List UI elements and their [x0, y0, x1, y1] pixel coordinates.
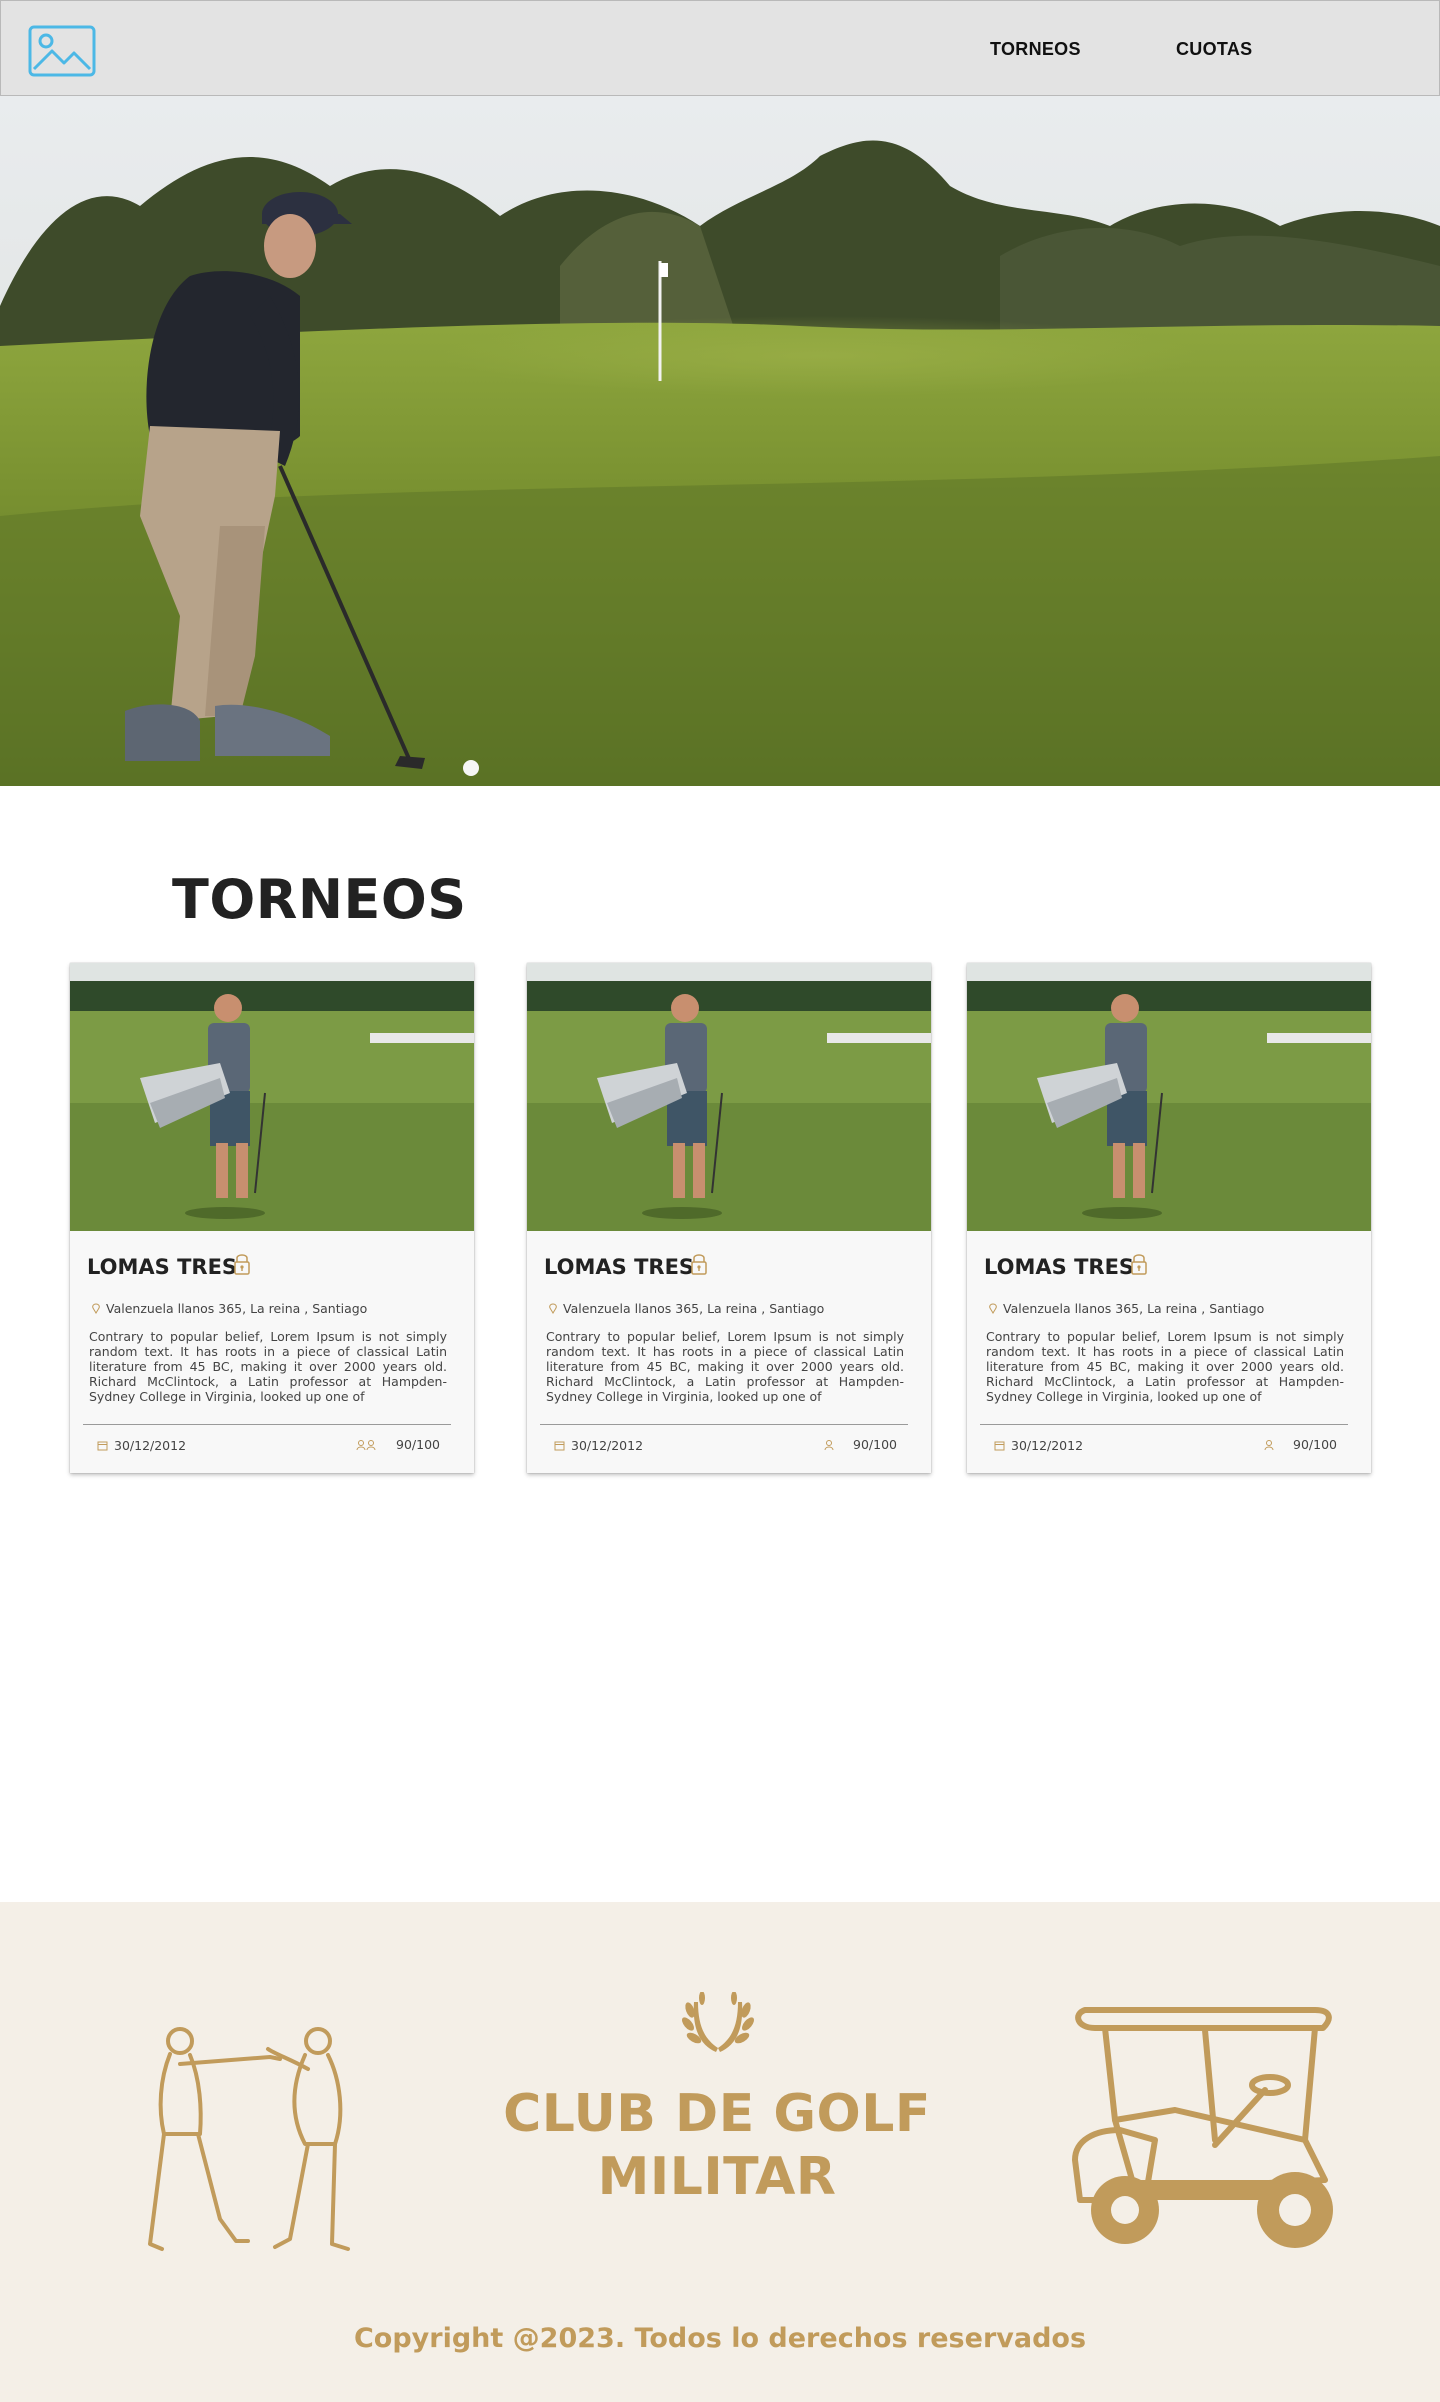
card-capacity: 90/100	[396, 1437, 440, 1452]
tournament-card[interactable]: LOMAS TRES Valenzuela llanos 365, La rei…	[527, 963, 931, 1473]
location-pin-icon	[549, 1302, 557, 1314]
divider	[540, 1424, 908, 1425]
section-title: TORNEOS	[172, 868, 467, 931]
card-title: LOMAS TRES	[984, 1255, 1135, 1279]
card-description: Contrary to popular belief, Lorem Ipsum …	[546, 1329, 904, 1404]
card-image	[527, 963, 931, 1231]
divider	[980, 1424, 1348, 1425]
card-description: Contrary to popular belief, Lorem Ipsum …	[89, 1329, 447, 1404]
lock-icon	[691, 1254, 707, 1275]
calendar-icon	[97, 1441, 108, 1451]
location-pin-icon	[92, 1302, 100, 1314]
card-date: 30/12/2012	[571, 1438, 644, 1453]
card-date: 30/12/2012	[114, 1438, 187, 1453]
card-date: 30/12/2012	[1011, 1438, 1084, 1453]
copyright-text: Copyright @2023. Todos lo derechos reser…	[353, 2323, 1087, 2354]
card-title: LOMAS TRES	[544, 1255, 695, 1279]
nav-link-torneos[interactable]: TORNEOS	[990, 39, 1081, 60]
card-address: Valenzuela llanos 365, La reina , Santia…	[106, 1301, 368, 1316]
nav-link-cuotas[interactable]: CUOTAS	[1176, 39, 1252, 60]
tournament-card[interactable]: LOMAS TRES Valenzuela llanos 365, La rei…	[967, 963, 1371, 1473]
top-navbar: TORNEOS CUOTAS	[0, 0, 1440, 96]
user-icon	[356, 1439, 376, 1450]
golfers-illustration	[148, 2027, 350, 2251]
divider	[83, 1424, 451, 1425]
user-icon	[824, 1439, 834, 1450]
lock-icon	[1131, 1254, 1147, 1275]
card-capacity: 90/100	[1293, 1437, 1337, 1452]
user-icon	[1264, 1439, 1274, 1450]
tournament-card[interactable]: LOMAS TRES Valenzuela llanos 365, La rei…	[70, 963, 474, 1473]
lock-icon	[234, 1254, 250, 1275]
calendar-icon	[994, 1441, 1005, 1451]
hero-image	[0, 96, 1440, 786]
golf-cart-illustration	[1072, 2007, 1333, 2248]
club-name: CLUB DE GOLF MILITAR	[503, 2084, 931, 2207]
card-address: Valenzuela llanos 365, La reina , Santia…	[563, 1301, 825, 1316]
footer: CLUB DE GOLF MILITAR Copyright @2023. To…	[0, 1902, 1440, 2402]
card-image	[967, 963, 1371, 1231]
image-placeholder-icon[interactable]	[28, 25, 96, 77]
card-image	[70, 963, 474, 1231]
card-address: Valenzuela llanos 365, La reina , Santia…	[1003, 1301, 1265, 1316]
card-description: Contrary to popular belief, Lorem Ipsum …	[986, 1329, 1344, 1404]
calendar-icon	[554, 1441, 565, 1451]
card-capacity: 90/100	[853, 1437, 897, 1452]
laurel-icon	[682, 1992, 754, 2052]
card-title: LOMAS TRES	[87, 1255, 238, 1279]
location-pin-icon	[989, 1302, 997, 1314]
